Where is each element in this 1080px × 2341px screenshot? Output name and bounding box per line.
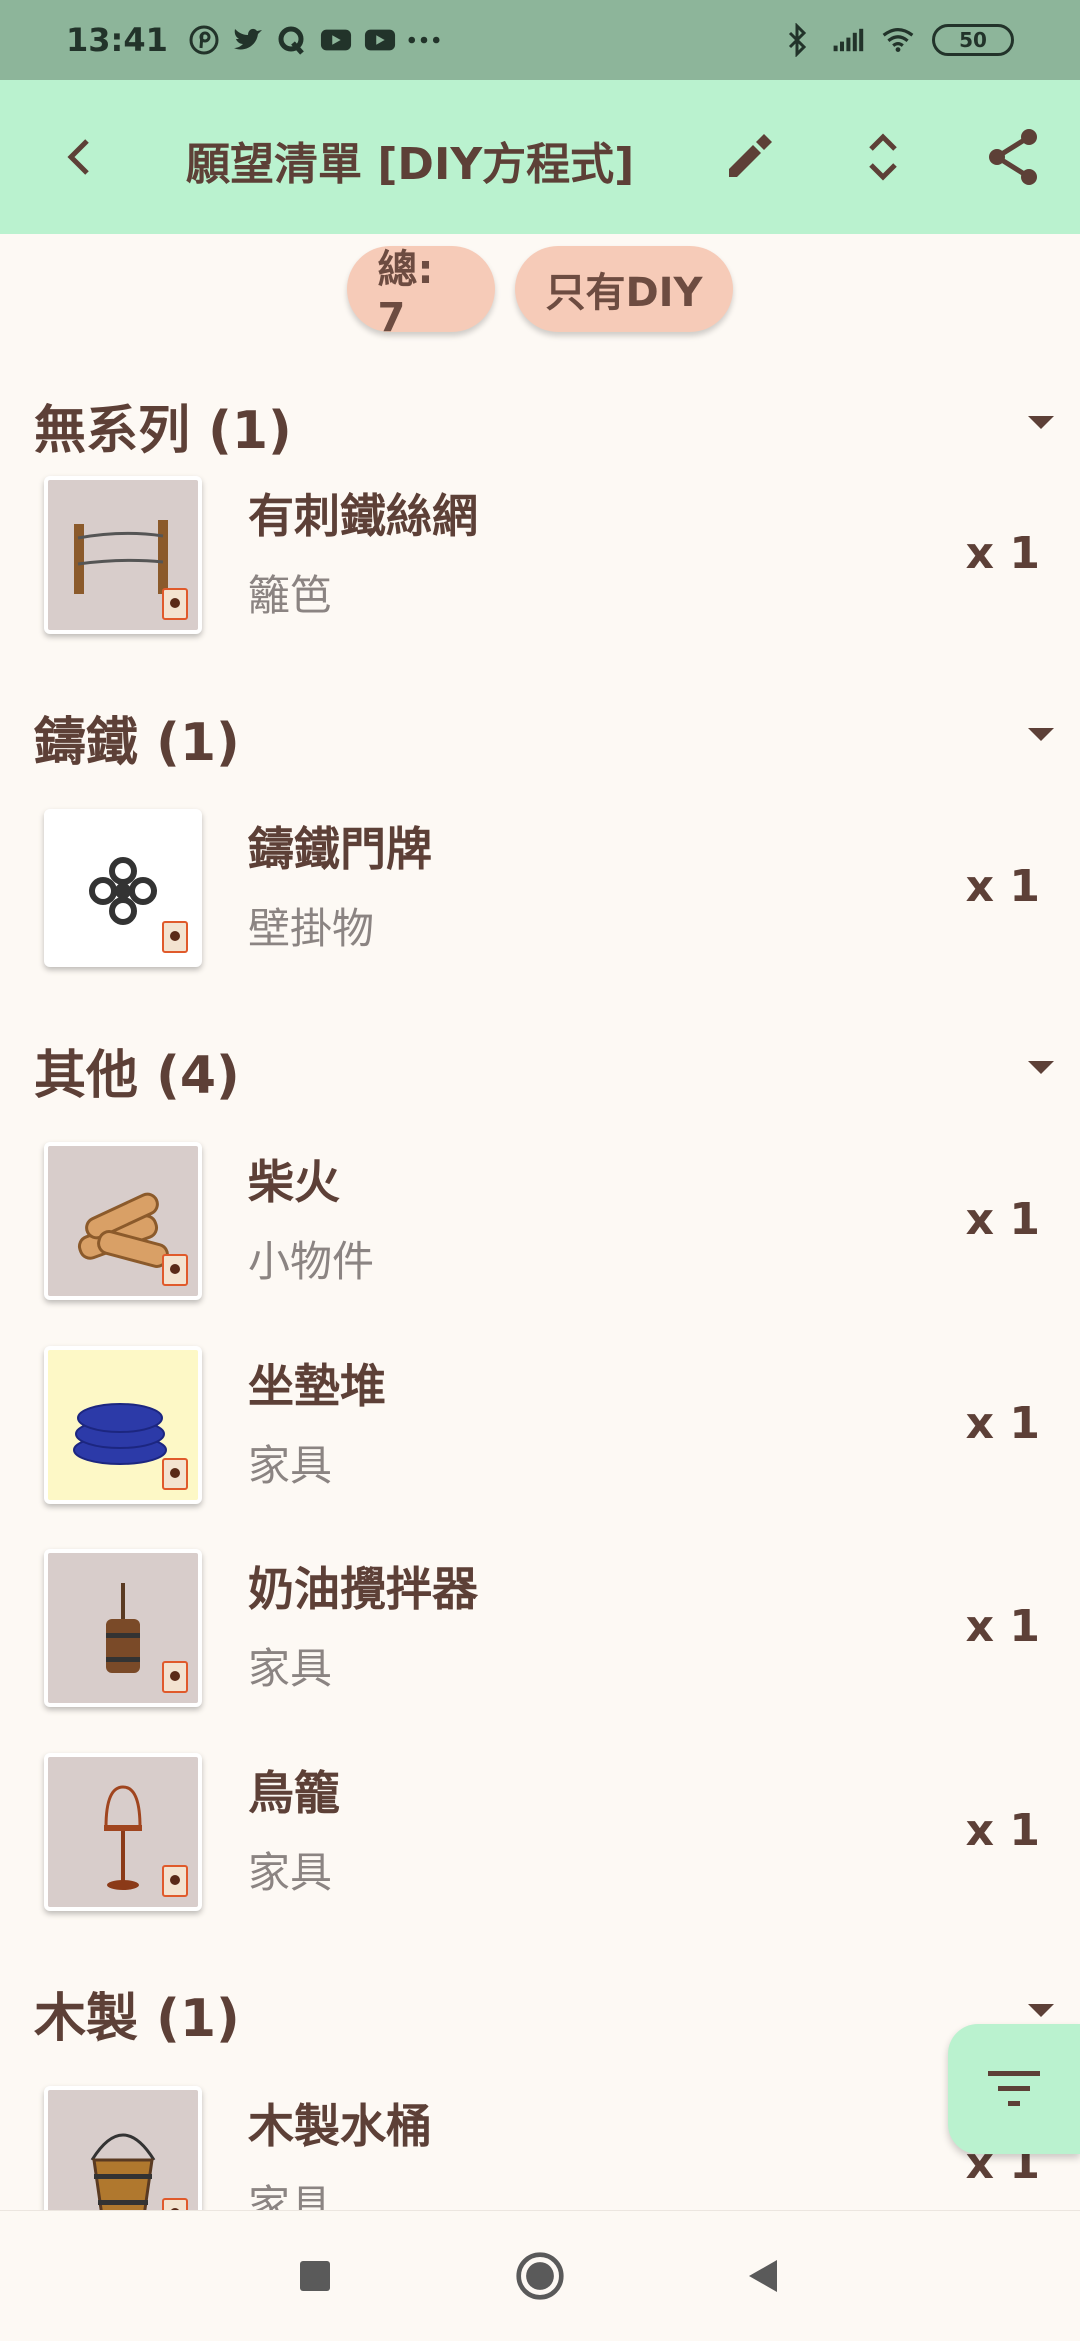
list-item[interactable]: 坐墊堆 家具 x 1 [0, 1340, 1080, 1510]
section-title: 鑄鐵 (1) [34, 712, 240, 773]
diy-recipe-icon [162, 1458, 188, 1490]
list-item[interactable]: 有刺鐵絲網 籬笆 x 1 [0, 470, 1080, 640]
caret-down-icon[interactable] [1028, 728, 1054, 741]
app-bar: 願望清單 [DIY方程式] [0, 80, 1080, 234]
page-title: 願望清單 [DIY方程式] [186, 139, 635, 190]
back-icon [749, 2260, 777, 2292]
wooden-bucket-icon [44, 2086, 202, 2210]
list-item[interactable]: 木製水桶 家具 x 1 [0, 2080, 1080, 2210]
edit-icon [729, 134, 772, 177]
list-item[interactable]: 鳥籠 家具 x 1 [0, 1747, 1080, 1917]
bluetooth-icon [782, 23, 814, 57]
signal-icon [832, 24, 864, 56]
item-category: 家具 [248, 1441, 333, 1490]
item-quantity: x 1 [965, 1601, 1040, 1652]
status-time: 13:41 [66, 21, 168, 59]
expand-button[interactable] [850, 124, 916, 190]
cushion-stack-icon [44, 1346, 202, 1504]
item-name: 坐墊堆 [248, 1359, 386, 1413]
section-title: 木製 (1) [34, 1988, 240, 2049]
item-category: 家具 [248, 1848, 333, 1897]
section-header[interactable]: 無系列 (1) [34, 380, 1054, 470]
caret-down-icon[interactable] [1028, 2004, 1054, 2017]
recents-button[interactable] [290, 2251, 340, 2301]
item-name: 有刺鐵絲網 [248, 489, 478, 543]
item-quantity: x 1 [965, 528, 1040, 579]
quora-icon [276, 24, 308, 56]
list-item[interactable]: 鑄鐵門牌 壁掛物 x 1 [0, 803, 1080, 973]
diy-recipe-icon [162, 921, 188, 953]
section-header[interactable]: 其他 (4) [34, 1025, 1054, 1115]
item-category: 家具 [248, 1644, 333, 1693]
firewood-icon [44, 1142, 202, 1300]
item-name: 木製水桶 [248, 2099, 432, 2153]
arrow-back-icon [67, 139, 89, 175]
item-category: 家具 [248, 2181, 333, 2210]
item-category: 小物件 [248, 1237, 375, 1286]
filter-button[interactable] [948, 2024, 1080, 2154]
total-chip[interactable]: 總: 7 [347, 246, 496, 341]
home-icon [516, 2252, 564, 2300]
item-category: 壁掛物 [248, 904, 375, 953]
twitter-icon [232, 24, 264, 56]
section-title: 無系列 (1) [34, 400, 292, 461]
section-header[interactable]: 鑄鐵 (1) [34, 692, 1054, 782]
youtube-icon [364, 24, 396, 56]
diy-recipe-icon [162, 1865, 188, 1897]
diy-recipe-icon [162, 2198, 188, 2210]
status-bar: 13:41 50 [0, 0, 1080, 80]
diy-recipe-icon [162, 1254, 188, 1286]
butter-churn-icon [44, 1549, 202, 1707]
more-icon [408, 24, 440, 56]
caret-down-icon[interactable] [1028, 416, 1054, 429]
item-category: 籬笆 [248, 571, 333, 620]
filter-icon [988, 2071, 1040, 2106]
iron-sign-icon [44, 809, 202, 967]
item-name: 奶油攪拌器 [248, 1562, 478, 1616]
battery-indicator: 50 [932, 24, 1014, 56]
birdcage-icon [44, 1753, 202, 1911]
item-quantity: x 1 [965, 1398, 1040, 1449]
item-quantity: x 1 [965, 861, 1040, 912]
pinterest-icon [188, 24, 220, 56]
section-header[interactable]: 木製 (1) [34, 1968, 1054, 2058]
item-name: 鳥籠 [248, 1766, 340, 1820]
home-button[interactable] [515, 2251, 565, 2301]
back-button[interactable] [50, 124, 110, 190]
caret-down-icon[interactable] [1028, 1061, 1054, 1074]
expand-icon [869, 133, 897, 181]
diy-recipe-icon [162, 1661, 188, 1693]
system-nav-bar [0, 2210, 1080, 2341]
section-title: 其他 (4) [34, 1045, 240, 1106]
item-name: 柴火 [248, 1155, 340, 1209]
list-item[interactable]: 奶油攪拌器 家具 x 1 [0, 1543, 1080, 1713]
share-button[interactable] [980, 124, 1046, 190]
share-icon [989, 129, 1037, 185]
summary-chips: 總: 7 只有DIY [0, 246, 1080, 341]
barbed-wire-fence-icon [44, 476, 202, 634]
youtube-icon [320, 24, 352, 56]
diy-only-chip[interactable]: 只有DIY [515, 246, 733, 332]
status-right: 50 [782, 23, 1014, 57]
edit-button[interactable] [716, 124, 782, 190]
recents-icon [300, 2261, 330, 2291]
item-name: 鑄鐵門牌 [248, 822, 432, 876]
wifi-icon [882, 24, 914, 56]
notification-icons [188, 24, 440, 56]
nav-back-button[interactable] [738, 2251, 788, 2301]
item-quantity: x 1 [965, 1805, 1040, 1856]
wishlist[interactable]: 無系列 (1) 有刺鐵絲網 籬笆 x 1 鑄鐵 (1) 鑄鐵門牌 壁掛物 x 1… [0, 340, 1080, 2210]
item-quantity: x 1 [965, 1194, 1040, 1245]
diy-recipe-icon [162, 588, 188, 620]
list-item[interactable]: 柴火 小物件 x 1 [0, 1136, 1080, 1306]
